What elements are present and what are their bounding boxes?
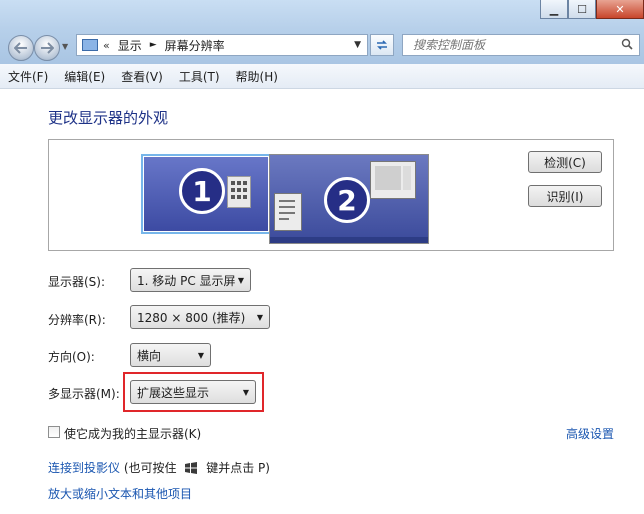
detect-button[interactable]: 检测(C) (528, 151, 602, 173)
resolution-select[interactable]: 1280 × 800 (推荐) ▼ (130, 305, 270, 329)
minimize-button[interactable]: ▁ (540, 0, 568, 19)
menu-tools[interactable]: 工具(T) (171, 68, 228, 85)
search-icon[interactable] (621, 38, 633, 53)
address-chevron[interactable]: « (103, 39, 110, 52)
maximize-button[interactable]: ☐ (568, 0, 596, 19)
windows-logo-icon (185, 462, 198, 474)
close-button[interactable]: ✕ (596, 0, 644, 19)
projector-hint-suffix: 键并点击 P) (206, 461, 270, 475)
monitor-2-thumbnail[interactable]: 2 (269, 154, 429, 244)
main-display-checkbox-label[interactable]: 使它成为我的主显示器(K) (64, 425, 201, 442)
breadcrumb-display[interactable]: 显示 (118, 37, 142, 54)
back-arrow-icon (14, 42, 27, 54)
projector-row: 连接到投影仪 (也可按住 键并点击 P) (48, 459, 270, 476)
menu-bar: 文件(F) 编辑(E) 查看(V) 工具(T) 帮助(H) (0, 64, 644, 89)
menu-help[interactable]: 帮助(H) (228, 68, 286, 85)
address-dropdown-icon[interactable]: ▼ (354, 40, 361, 50)
monitor-arrangement-preview: 1 2 检测(C) 识别(I) (48, 139, 614, 251)
display-label: 显示器(S): (48, 275, 106, 289)
search-input[interactable] (411, 37, 615, 53)
monitor-icon (82, 39, 98, 51)
taskbar-strip (270, 237, 428, 243)
breadcrumb-screen-resolution[interactable]: 屏幕分辨率 (165, 37, 225, 54)
refresh-button[interactable] (370, 34, 394, 56)
breadcrumb-separator[interactable]: ► (150, 40, 157, 50)
monitor-2-number: 2 (324, 177, 370, 223)
document-icon (274, 193, 302, 231)
window-controls: ▁ ☐ ✕ (540, 0, 644, 19)
search-box[interactable] (402, 34, 640, 56)
main-content: 更改显示器的外观 1 2 检测(C) 识别(I) 显示器(S): 1. 移动 P… (0, 89, 644, 514)
identify-button[interactable]: 识别(I) (528, 185, 602, 207)
window-titlebar: ▁ ☐ ✕ ▼ « 显示 ► 屏幕分辨率 ▼ (0, 0, 644, 64)
orientation-select-value: 横向 (137, 348, 162, 363)
menu-file[interactable]: 文件(F) (0, 68, 56, 85)
display-select-value: 1. 移动 PC 显示屏 (137, 273, 236, 288)
text-size-link[interactable]: 放大或缩小文本和其他项目 (48, 485, 192, 502)
highlight-box (123, 372, 264, 412)
monitor-1-number: 1 (179, 168, 225, 214)
chevron-down-icon: ▼ (256, 313, 263, 322)
main-display-checkbox[interactable] (48, 426, 60, 438)
projector-hint-prefix: (也可按住 (123, 461, 177, 475)
address-bar[interactable]: « 显示 ► 屏幕分辨率 ▼ (76, 34, 368, 56)
resolution-select-value: 1280 × 800 (推荐) (137, 310, 246, 325)
recent-pages-dropdown[interactable]: ▼ (62, 42, 68, 51)
menu-view[interactable]: 查看(V) (113, 68, 171, 85)
page-title: 更改显示器的外观 (48, 109, 169, 127)
forward-arrow-icon (41, 42, 54, 54)
refresh-icon (377, 40, 387, 50)
advanced-settings-link[interactable]: 高级设置 (566, 425, 614, 442)
menu-edit[interactable]: 编辑(E) (56, 68, 113, 85)
window-thumbnail-icon (370, 161, 416, 199)
back-button[interactable] (8, 35, 34, 61)
forward-button[interactable] (34, 35, 60, 61)
monitor-1-thumbnail[interactable]: 1 (141, 154, 271, 234)
chevron-down-icon: ▼ (197, 351, 204, 360)
multi-display-label: 多显示器(M): (48, 387, 120, 401)
display-select[interactable]: 1. 移动 PC 显示屏 ▼ (130, 268, 251, 292)
chevron-down-icon: ▼ (237, 276, 244, 285)
window-grid-icon (227, 176, 251, 208)
orientation-label: 方向(O): (48, 350, 95, 364)
resolution-label: 分辨率(R): (48, 313, 106, 327)
orientation-select[interactable]: 横向 ▼ (130, 343, 211, 367)
connect-projector-link[interactable]: 连接到投影仪 (48, 461, 120, 475)
